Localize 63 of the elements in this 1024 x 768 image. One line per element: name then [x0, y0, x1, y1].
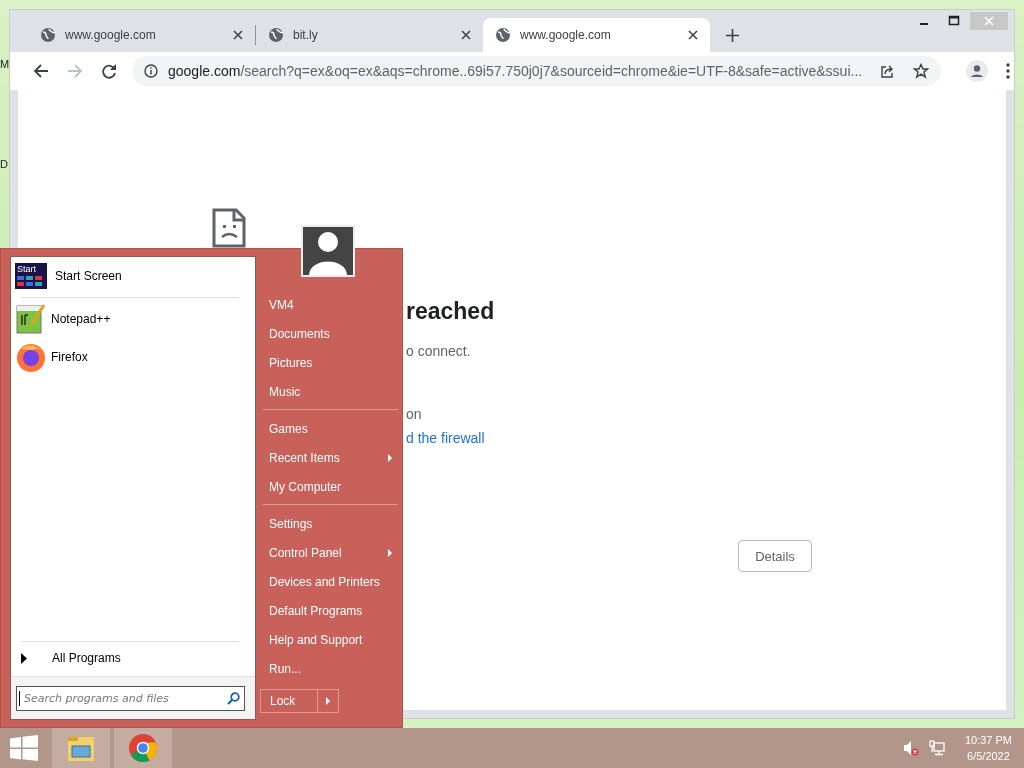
- back-arrow-icon[interactable]: [33, 63, 49, 79]
- menu-item[interactable]: VM4: [260, 290, 398, 319]
- error-heading: reached: [406, 298, 496, 325]
- lock-button[interactable]: Lock: [260, 689, 318, 713]
- address-bar[interactable]: google.com/search?q=ex&oq=ex&aqs=chrome..69i57.750j0j7&sourceid=chrome&ie=UTF-8&safe=active&ssui...: [132, 56, 942, 86]
- submenu-arrow-icon: [388, 548, 392, 557]
- desktop-icon-label[interactable]: M: [0, 58, 10, 70]
- pinned-program[interactable]: Notepad++: [11, 300, 255, 338]
- close-icon[interactable]: [688, 30, 698, 40]
- search-field[interactable]: Search programs and files: [16, 685, 245, 711]
- triangle-icon: [21, 652, 27, 664]
- url-host: google.com: [168, 63, 241, 79]
- share-icon[interactable]: [880, 63, 896, 79]
- menu-icon[interactable]: [1006, 63, 1011, 79]
- user-avatar[interactable]: [301, 225, 355, 277]
- menu-item[interactable]: Documents: [260, 319, 398, 348]
- muted-speaker-icon: [902, 740, 919, 756]
- network-icon: [928, 740, 945, 756]
- menu-item[interactable]: Run...: [260, 654, 398, 683]
- menu-item[interactable]: Settings: [260, 509, 398, 538]
- info-icon: [144, 64, 158, 78]
- error-text: o connect.: [406, 343, 472, 359]
- globe-icon: [495, 27, 511, 43]
- firefox-icon: [15, 341, 47, 373]
- menu-item[interactable]: Games: [260, 414, 398, 443]
- plus-icon[interactable]: [726, 29, 739, 42]
- browser-tab[interactable]: www.google.com: [483, 18, 710, 52]
- desktop-icon-label[interactable]: D: [0, 158, 10, 170]
- menu-item[interactable]: Control Panel: [260, 538, 398, 567]
- sad-page-icon: [212, 208, 246, 248]
- notepad-icon: [15, 303, 47, 335]
- menu-item[interactable]: Default Programs: [260, 596, 398, 625]
- power-options-button[interactable]: [318, 689, 339, 713]
- profile-icon[interactable]: [966, 60, 989, 82]
- browser-tab[interactable]: www.google.com: [28, 18, 255, 52]
- clock[interactable]: 10:37 PM 6/5/2022: [964, 732, 1012, 764]
- pinned-program[interactable]: Firefox: [11, 338, 255, 376]
- url-path: /search?q=ex&oq=ex&aqs=chrome..69i57.750j0j7&sourceid=chrome&ie=UTF-8&safe=active&ssui...: [240, 63, 863, 79]
- menu-item[interactable]: Devices and Printers: [260, 567, 398, 596]
- start-screen-icon: Start: [15, 263, 47, 289]
- submenu-arrow-icon: [388, 453, 392, 462]
- error-text: on: [406, 406, 423, 422]
- close-icon[interactable]: [233, 30, 243, 40]
- all-programs-item[interactable]: All Programs: [11, 644, 255, 672]
- menu-item[interactable]: My Computer: [260, 472, 398, 501]
- menu-item[interactable]: Pictures: [260, 348, 398, 377]
- menu-item[interactable]: Recent Items: [260, 443, 398, 472]
- globe-icon: [40, 27, 56, 43]
- close-icon[interactable]: [461, 30, 471, 40]
- pinned-program[interactable]: Start Start Screen: [11, 257, 255, 295]
- globe-icon: [268, 27, 284, 43]
- reload-icon[interactable]: [101, 63, 117, 79]
- details-button[interactable]: Details: [738, 540, 812, 572]
- error-link[interactable]: d the firewall: [406, 430, 926, 446]
- triangle-icon: [326, 697, 330, 705]
- menu-item[interactable]: Music: [260, 377, 398, 406]
- browser-tab[interactable]: bit.ly: [256, 18, 483, 52]
- star-icon[interactable]: [913, 63, 930, 79]
- menu-item[interactable]: Help and Support: [260, 625, 398, 654]
- chrome-icon: [128, 733, 158, 763]
- windows-logo-icon[interactable]: [10, 735, 38, 761]
- taskbar-app[interactable]: [114, 728, 172, 768]
- search-icon: [227, 691, 240, 705]
